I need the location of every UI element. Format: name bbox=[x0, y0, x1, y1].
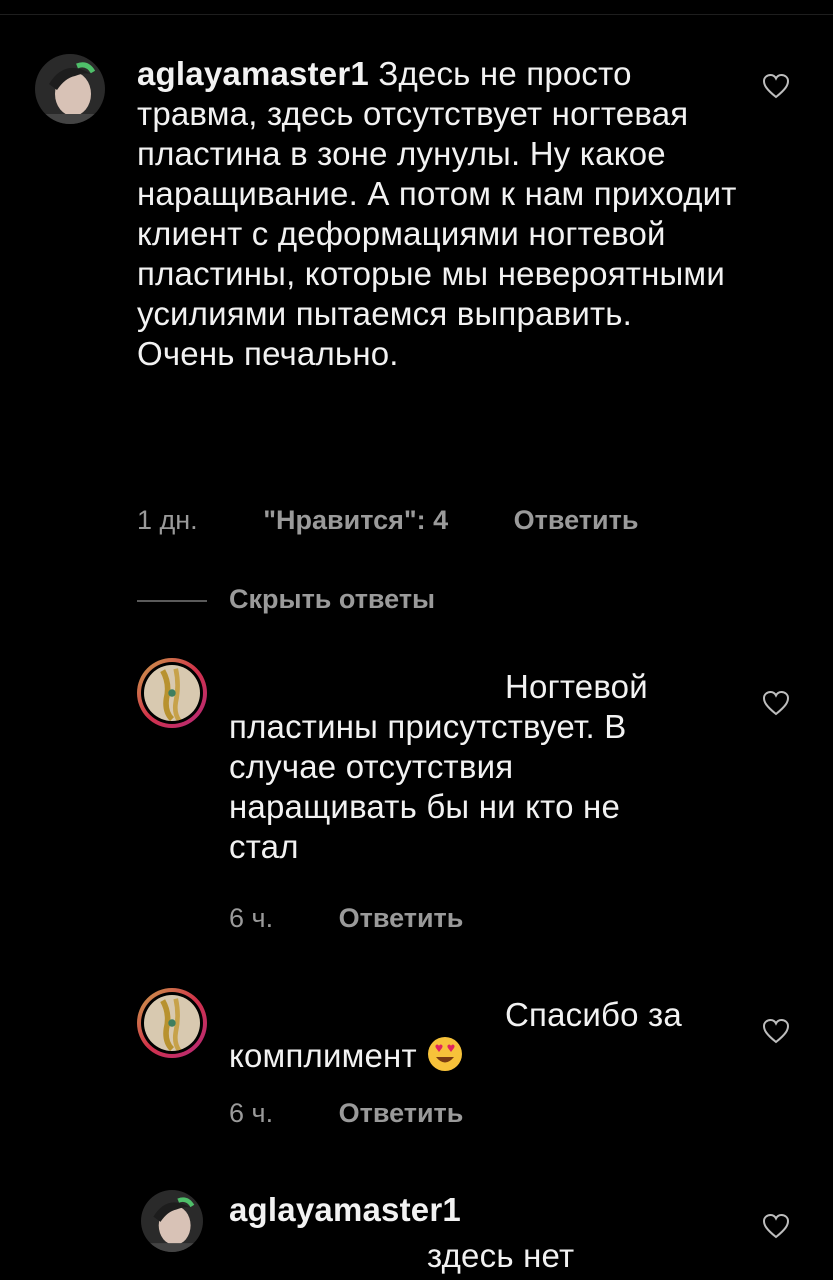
avatar-aglayamaster1[interactable] bbox=[35, 54, 105, 124]
top-divider bbox=[0, 14, 833, 15]
heart-eyes-emoji bbox=[428, 1037, 463, 1071]
redacted-username bbox=[229, 697, 505, 698]
reply-time: 6 ч. bbox=[229, 1098, 274, 1128]
hide-replies-button[interactable]: Скрыть ответы bbox=[229, 584, 435, 615]
avatar-reply-user[interactable] bbox=[137, 988, 207, 1058]
likes-count[interactable]: "Нравится": 4 bbox=[263, 505, 448, 535]
comment-body: Здесь не просто травма, здесь отсутствуе… bbox=[137, 55, 737, 372]
heart-outline-icon bbox=[762, 73, 790, 99]
redacted-username bbox=[229, 1025, 505, 1026]
hide-replies-line bbox=[137, 600, 207, 602]
reply-meta: 6 ч. Ответить bbox=[229, 903, 521, 934]
heart-outline-icon bbox=[762, 690, 790, 716]
reply-body: здесь нет bbox=[427, 1237, 575, 1274]
like-button[interactable] bbox=[762, 1213, 790, 1239]
avatar-reply-user[interactable] bbox=[137, 658, 207, 728]
reply-text: Спасибо за комплимент bbox=[229, 995, 729, 1076]
comment-username[interactable]: aglayamaster1 bbox=[137, 55, 369, 92]
heart-outline-icon bbox=[762, 1213, 790, 1239]
reply-text: aglayamaster1 bbox=[229, 1190, 729, 1230]
comment-text: aglayamaster1 Здесь не просто травма, зд… bbox=[137, 54, 737, 374]
reply-time: 6 ч. bbox=[229, 903, 274, 933]
reply-button[interactable]: Ответить bbox=[339, 1098, 464, 1128]
reply-meta: 6 ч. Ответить bbox=[229, 1098, 521, 1129]
reply-button[interactable]: Ответить bbox=[339, 903, 464, 933]
comment-meta: 1 дн. "Нравится": 4 Ответить bbox=[137, 505, 696, 536]
like-button[interactable] bbox=[762, 73, 790, 99]
reply-first-words: Спасибо за bbox=[505, 996, 682, 1033]
comment-time: 1 дн. bbox=[137, 505, 198, 535]
avatar-aglayamaster1[interactable] bbox=[141, 1190, 203, 1252]
heart-outline-icon bbox=[762, 1018, 790, 1044]
reply-first-words: Ногтевой bbox=[505, 668, 648, 705]
reply-body: пластины присутствует. В случае отсутств… bbox=[229, 708, 627, 865]
reply-username[interactable]: aglayamaster1 bbox=[229, 1191, 461, 1228]
like-button[interactable] bbox=[762, 1018, 790, 1044]
reply-body: комплимент bbox=[229, 1037, 417, 1074]
reply-button[interactable]: Ответить bbox=[514, 505, 639, 535]
reply-text: Ногтевой пластины присутствует. В случае… bbox=[229, 667, 689, 867]
like-button[interactable] bbox=[762, 690, 790, 716]
